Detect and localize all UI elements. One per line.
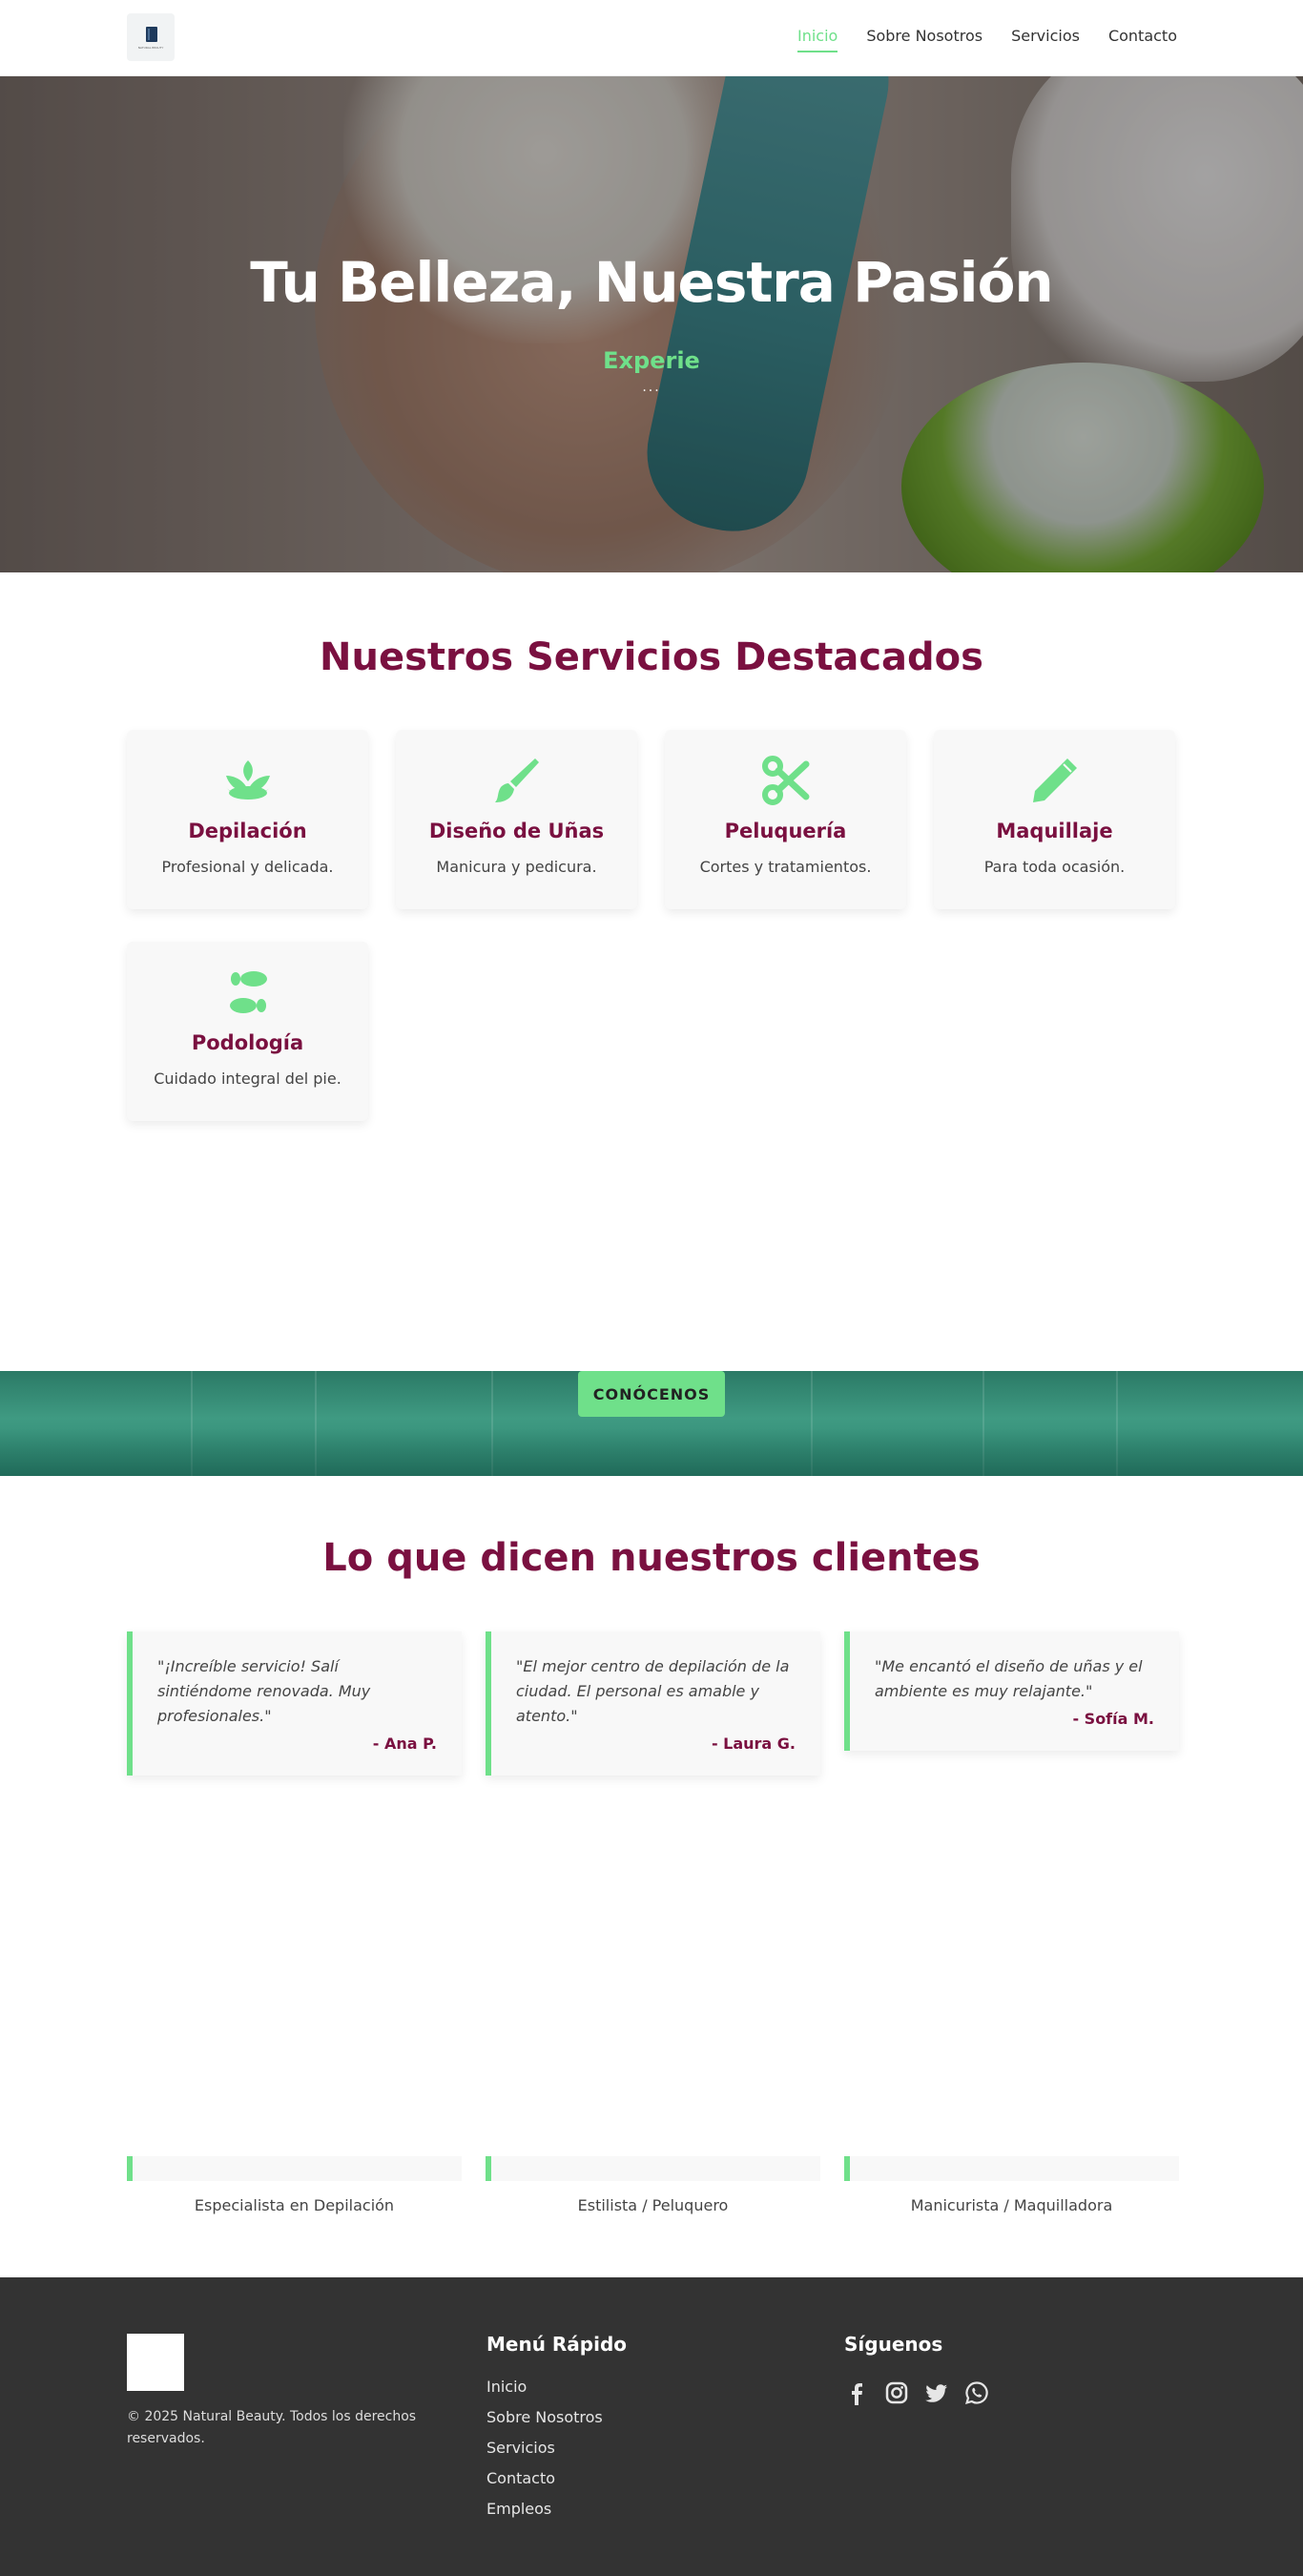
logo-text: NATURAL BEAUTY [137,46,164,50]
service-name: Diseño de Uñas [428,820,605,842]
service-desc: Cuidado integral del pie. [154,1070,341,1088]
whatsapp-icon[interactable] [964,2380,989,2405]
testimonial-author: - Sofía M. [1072,1710,1154,1728]
site-header: NATURAL BEAUTY Inicio Sobre Nosotros Ser… [0,0,1303,76]
testimonial-quote: "Me encantó el diseño de uñas y el ambie… [875,1657,1143,1700]
nav-link-inicio[interactable]: Inicio [796,27,838,52]
pencil-icon [1033,758,1077,802]
hero-typing-dots: ... [642,380,661,395]
footer-menu-title: Menú Rápido [486,2333,628,2356]
footer-link-inicio[interactable]: Inicio [486,2378,603,2396]
hero-title: Tu Belleza, Nuestra Pasión [250,250,1053,315]
nav-link-servicios[interactable]: Servicios [1011,27,1080,52]
scissors-icon [762,756,810,805]
hero-subtitle: Experie [603,347,700,374]
service-desc: Para toda ocasión. [983,858,1126,876]
shoe-prints-icon [230,971,267,1013]
services-title: Nuestros Servicios Destacados [320,635,983,679]
hero-section: Tu Belleza, Nuestra Pasión Experie ... [0,76,1303,572]
instagram-icon[interactable] [884,2380,909,2405]
testimonial-author: - Laura G. [711,1735,796,1753]
footer-logo [127,2334,184,2391]
team-role: Estilista / Peluquero [577,2196,729,2214]
service-desc: Cortes y tratamientos. [699,858,872,876]
team-card-photo [127,2156,462,2181]
facebook-icon[interactable] [844,2380,869,2405]
site-footer: © 2025 Natural Beauty. Todos los derecho… [0,2277,1303,2576]
footer-link-contacto[interactable]: Contacto [486,2469,603,2487]
team-role: Especialista en Depilación [194,2196,395,2214]
service-name: Peluquería [724,820,847,842]
footer-link-sobre-nosotros[interactable]: Sobre Nosotros [486,2408,603,2426]
main-nav: Inicio Sobre Nosotros Servicios Contacto [796,27,1177,52]
testimonial-author: - Ana P. [372,1735,437,1753]
service-desc: Profesional y delicada. [161,858,334,876]
conocenos-button[interactable]: CONÓCENOS [578,1371,725,1417]
social-links [844,2380,989,2405]
book-logo-icon [146,27,157,42]
service-card-maquillaje[interactable]: Maquillaje Para toda ocasión. [934,730,1175,909]
site-logo[interactable]: NATURAL BEAUTY [127,13,175,61]
footer-menu: Inicio Sobre Nosotros Servicios Contacto… [486,2378,603,2530]
testimonial-card: "¡Increíble servicio! Salí sintiéndome r… [127,1631,462,1776]
team-role: Manicurista / Maquilladora [910,2196,1113,2214]
testimonial-card: "El mejor centro de depilación de la ciu… [486,1631,820,1776]
service-name: Maquillaje [996,820,1113,842]
spa-icon [226,760,270,800]
band-floor [0,1428,1303,1476]
paint-brush-icon [495,758,539,802]
hero-overlay [0,76,1303,572]
nav-link-contacto[interactable]: Contacto [1108,27,1177,52]
footer-copyright: © 2025 Natural Beauty. Todos los derecho… [127,2409,417,2446]
service-desc: Manicura y pedicura. [436,858,597,876]
testimonials-title: Lo que dicen nuestros clientes [322,1536,981,1580]
service-name: Podología [191,1031,304,1054]
service-name: Depilación [188,820,307,842]
service-card-peluqueria[interactable]: Peluquería Cortes y tratamientos. [665,730,906,909]
service-card-podologia[interactable]: Podología Cuidado integral del pie. [127,942,368,1121]
nav-link-sobre-nosotros[interactable]: Sobre Nosotros [866,27,982,52]
footer-link-empleos[interactable]: Empleos [486,2500,603,2518]
testimonial-quote: "El mejor centro de depilación de la ciu… [516,1657,790,1725]
testimonial-card: "Me encantó el diseño de uñas y el ambie… [844,1631,1179,1751]
testimonial-quote: "¡Increíble servicio! Salí sintiéndome r… [157,1657,371,1725]
team-card-photo [486,2156,820,2181]
footer-link-servicios[interactable]: Servicios [486,2439,603,2457]
service-card-unas[interactable]: Diseño de Uñas Manicura y pedicura. [396,730,637,909]
team-card-photo [844,2156,1179,2181]
twitter-icon[interactable] [924,2380,949,2405]
footer-social-title: Síguenos [844,2333,943,2356]
service-card-depilacion[interactable]: Depilación Profesional y delicada. [127,730,368,909]
